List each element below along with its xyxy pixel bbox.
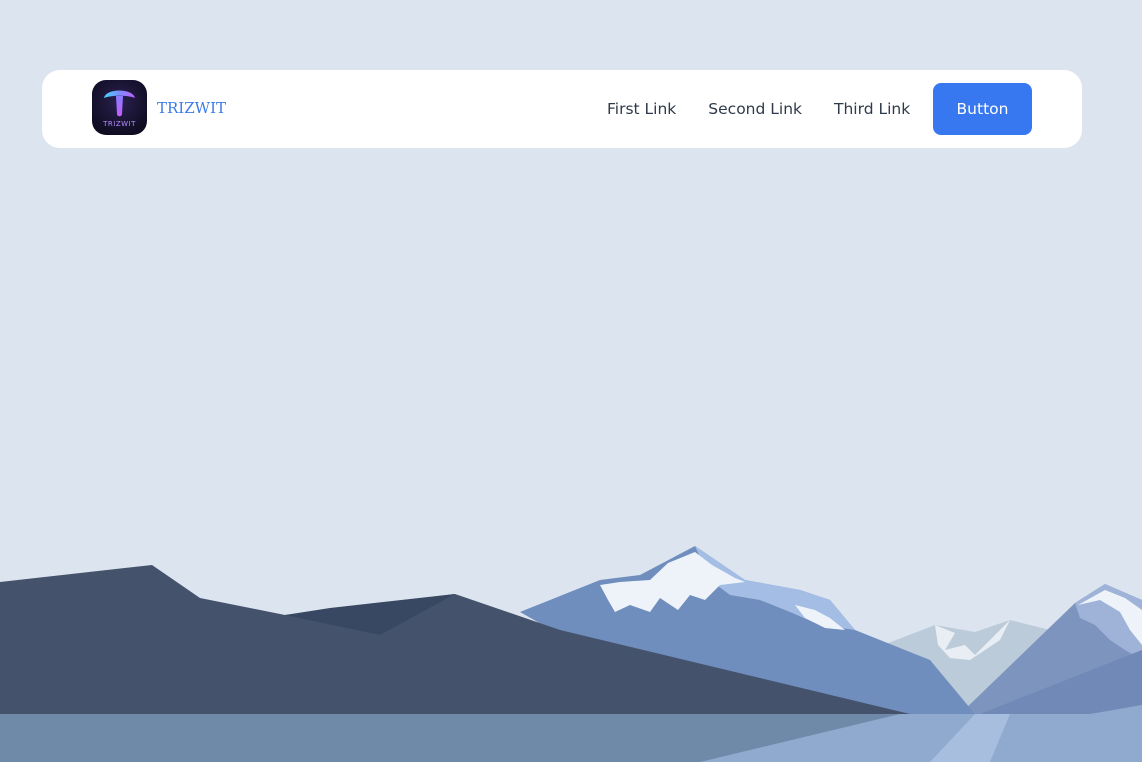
nav-links: First Link Second Link Third Link xyxy=(607,70,942,148)
brand-link[interactable]: TRIZWIT TRIZWIT xyxy=(92,80,226,135)
logo-text: TRIZWIT xyxy=(103,120,136,128)
header-cta-button[interactable]: Button xyxy=(933,83,1032,135)
nav-link-second[interactable]: Second Link xyxy=(708,100,802,118)
mountain-landscape xyxy=(0,546,1142,762)
navbar: TRIZWIT TRIZWIT First Link Second Link T… xyxy=(42,70,1082,148)
brand-name: TRIZWIT xyxy=(157,98,226,117)
trizwit-logo: TRIZWIT xyxy=(92,80,147,135)
nav-link-third[interactable]: Third Link xyxy=(834,100,910,118)
nav-link-first[interactable]: First Link xyxy=(607,100,676,118)
